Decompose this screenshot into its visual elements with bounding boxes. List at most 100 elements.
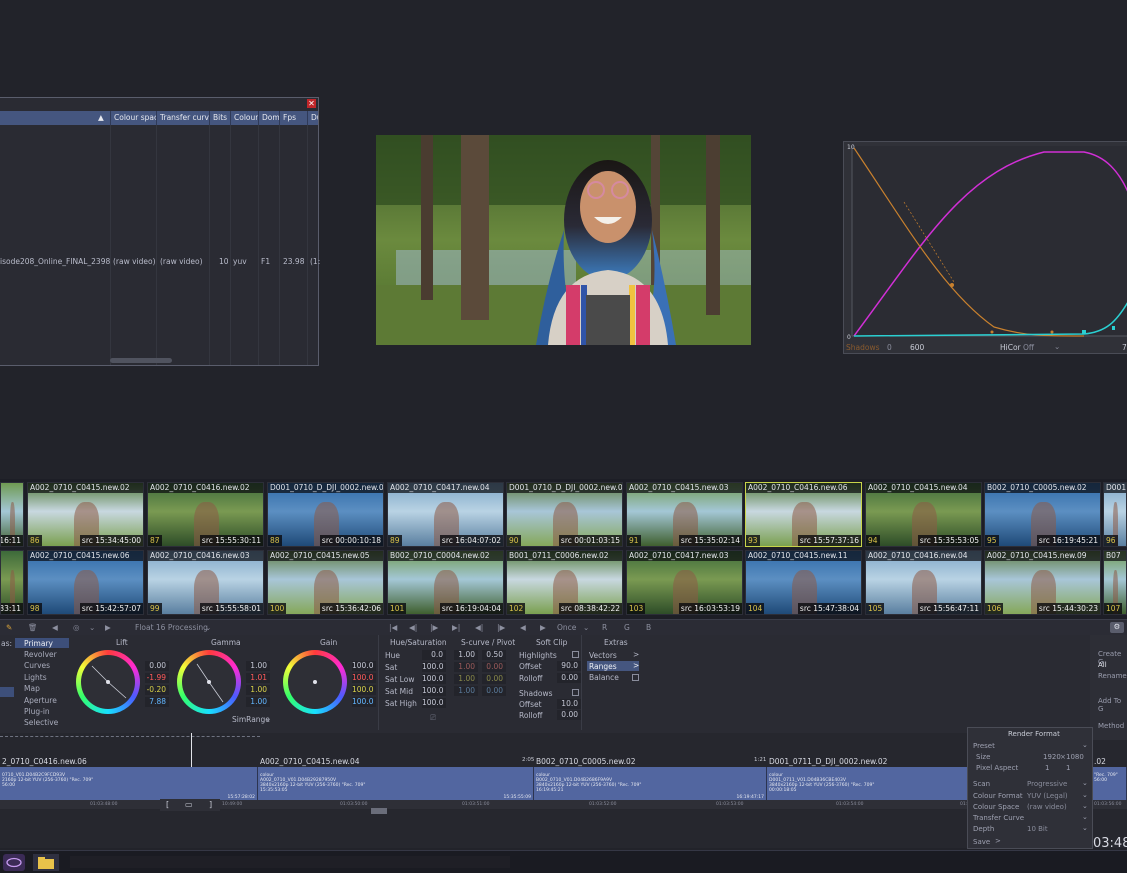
gain-value-red[interactable]: 100.0 bbox=[352, 673, 376, 683]
scurve-value-2-4[interactable]: 0.00 bbox=[482, 686, 506, 696]
scurve-value-1-3[interactable]: 1.00 bbox=[454, 674, 478, 684]
scurve-value-1-4[interactable]: 1.00 bbox=[454, 686, 478, 696]
col-domi[interactable]: Domi bbox=[258, 111, 279, 125]
clip-thumbnail[interactable]: B001_0711_C0006.new.02 102 src 08:38:42:22 bbox=[506, 550, 623, 615]
trash-icon[interactable]: 🗑 bbox=[28, 623, 38, 633]
processing-select[interactable]: Float 16 Processing bbox=[135, 623, 208, 633]
chevron-down-icon[interactable]: ⌄ bbox=[583, 623, 589, 633]
play-icon[interactable]: ▶ bbox=[540, 623, 546, 633]
col-fps[interactable]: Fps bbox=[279, 111, 307, 125]
chevron-down-icon[interactable]: ⌄ bbox=[1082, 824, 1088, 832]
timeline[interactable]: 0710_V01.D04B2C9FCD93V 2160p 12-bit YUV (… bbox=[0, 733, 1127, 848]
clip-thumbnail-strip[interactable]: 16:11 A002_0710_C0415.new.02 86 src 15:34:4… bbox=[0, 479, 1127, 619]
highlights-checkbox[interactable] bbox=[572, 651, 579, 658]
sat-value[interactable]: 100.0 bbox=[422, 662, 446, 672]
chevron-down-icon[interactable]: ⌄ bbox=[1082, 802, 1088, 810]
hicor-value[interactable]: Off bbox=[1023, 343, 1034, 352]
clip-thumbnail[interactable]: A002_0710_C0415.new.05 100 src 15:36:42:06 bbox=[267, 550, 384, 615]
save-button[interactable]: Save bbox=[973, 838, 990, 846]
prev-frame-icon[interactable]: ◀| bbox=[409, 623, 417, 633]
scurve-value-2-1[interactable]: 0.50 bbox=[482, 650, 506, 660]
gain-wheel[interactable] bbox=[283, 650, 347, 714]
gamma-wheel[interactable] bbox=[177, 650, 241, 714]
bracket-left[interactable]: [ bbox=[166, 800, 169, 809]
pixel-aspect-2[interactable]: 1 bbox=[1066, 764, 1070, 772]
timeline-clip-title[interactable]: D001_0711_D_DJI_0002.new.02 bbox=[769, 756, 887, 767]
shadows-value[interactable]: 0 bbox=[887, 343, 892, 352]
chevron-down-icon[interactable]: ⌄ bbox=[1082, 813, 1088, 821]
clip-thumbnail[interactable]: A002_0710_C0417.new.03 103 src 16:03:53:19 bbox=[626, 550, 743, 615]
menu-selective[interactable]: Selective bbox=[24, 718, 58, 727]
loop-mode[interactable]: Once bbox=[557, 623, 576, 633]
scurve-value-2-2[interactable]: 0.00 bbox=[482, 662, 506, 672]
close-icon[interactable]: ✕ bbox=[307, 99, 316, 108]
rename-button[interactable]: Rename bbox=[1098, 672, 1127, 680]
timeline-clip[interactable]: 0710_V01.D04B2C9FCD93V 2160p 12-bit YUV (… bbox=[0, 767, 258, 800]
chevron-right-icon[interactable]: > bbox=[633, 661, 639, 670]
point-value[interactable]: 600 bbox=[910, 343, 924, 352]
hue-value[interactable]: 0.0 bbox=[422, 650, 446, 660]
curve-panel[interactable]: 10 0 Shadows 0 600 HiCor Off ⌄ 7 bbox=[843, 141, 1127, 354]
clip-thumbnail[interactable]: A002_0710_C0416.new.04 105 src 15:56:47:11 bbox=[865, 550, 982, 615]
gamma-value-blue[interactable]: 1.00 bbox=[246, 697, 270, 707]
viewer-image[interactable] bbox=[376, 135, 751, 345]
pixel-aspect-1[interactable]: 1 bbox=[1045, 764, 1049, 772]
extras-vectors[interactable]: Vectors bbox=[589, 651, 617, 660]
first-frame-icon[interactable]: |◀ bbox=[389, 623, 397, 633]
clip-thumbnail[interactable]: A002_0710_C0416.new.06 93 src 15:57:37:16 bbox=[745, 482, 862, 547]
offset-value[interactable]: 90.0 bbox=[557, 661, 581, 671]
menu-plug-in[interactable]: Plug-in bbox=[24, 707, 50, 716]
gain-value-blue[interactable]: 100.0 bbox=[352, 697, 376, 707]
step-forward-icon[interactable]: |▶ bbox=[497, 623, 505, 633]
gamma-value-green[interactable]: 1.00 bbox=[246, 685, 270, 695]
clip-thumbnail[interactable]: D001_0710_D_DJI_0002.new.03 90 src 00:01:0… bbox=[506, 482, 623, 547]
timeline-clip-title[interactable]: A002_0710_C0415.new.04 bbox=[260, 756, 359, 767]
colour-format-value[interactable]: YUV (Legal) bbox=[1027, 792, 1068, 800]
clip-thumbnail[interactable]: A002_0710_C0415.new.11 104 src 15:47:38:04 bbox=[745, 550, 862, 615]
clip-thumbnail[interactable]: D001_0710_D_DJI_0002.new.03 88 src 00:00:1… bbox=[267, 482, 384, 547]
clip-thumbnail[interactable]: A002_0710_C0416.new.02 87 src 15:55:30:11 bbox=[147, 482, 264, 547]
range-icon[interactable]: ▭ bbox=[185, 800, 193, 809]
timeline-clip-title[interactable]: 2_0710_C0416.new.06 bbox=[2, 756, 87, 767]
scurve-value-1-2[interactable]: 1.00 bbox=[454, 662, 478, 672]
reset-icon[interactable]: ⎚ bbox=[430, 713, 436, 723]
extras-ranges[interactable]: Ranges bbox=[589, 662, 617, 671]
channel-r[interactable]: R bbox=[602, 623, 607, 633]
arrow-left-icon[interactable]: ◀ bbox=[52, 623, 58, 633]
extras-balance[interactable]: Balance bbox=[589, 673, 619, 682]
menu-revolver[interactable]: Revolver bbox=[24, 650, 57, 659]
lift-value-master[interactable]: 0.00 bbox=[145, 661, 169, 671]
width-value[interactable]: 1920 bbox=[1043, 753, 1061, 761]
col-transfer-curve[interactable]: Transfer curve bbox=[156, 111, 209, 125]
sat-high-value[interactable]: 100.0 bbox=[422, 698, 446, 708]
step-back-icon[interactable]: ◀| bbox=[475, 623, 483, 633]
clip-thumbnail[interactable]: B07 107 bbox=[1103, 550, 1127, 615]
scurve-value-2-3[interactable]: 0.00 bbox=[482, 674, 506, 684]
balance-checkbox[interactable] bbox=[632, 674, 639, 681]
arrow-right-icon[interactable]: ▶ bbox=[105, 623, 111, 633]
chevron-down-icon[interactable]: ⌄ bbox=[1082, 779, 1088, 787]
menu-aperture[interactable]: Aperture bbox=[24, 696, 57, 705]
taskbar-windows[interactable] bbox=[70, 856, 510, 868]
menu-curves[interactable]: Curves bbox=[24, 661, 50, 670]
lift-value-blue[interactable]: 7.88 bbox=[145, 697, 169, 707]
last-frame-icon[interactable]: ▶| bbox=[452, 623, 460, 633]
clip-thumbnail[interactable]: 33:11 bbox=[0, 550, 24, 615]
rolloff-value[interactable]: 0.00 bbox=[557, 673, 581, 683]
row-name[interactable]: isode208_Online_FINAL_2398 bbox=[0, 257, 110, 266]
chevron-down-icon[interactable]: ⌄ bbox=[89, 623, 95, 633]
scan-value[interactable]: Progressive bbox=[1027, 780, 1067, 788]
timeline-clip[interactable]: "Rec. 709" 56:00 bbox=[1092, 767, 1127, 800]
clip-thumbnail[interactable]: B002_0710_C0005.new.02 95 src 16:19:45:21 bbox=[984, 482, 1101, 547]
height-value[interactable]: 1080 bbox=[1066, 753, 1084, 761]
clip-thumbnail[interactable]: B002_0710_C0004.new.02 101 src 16:19:04:04 bbox=[387, 550, 504, 615]
timeline-clip-title[interactable]: .02 bbox=[1094, 756, 1106, 767]
lift-wheel[interactable] bbox=[76, 650, 140, 714]
chevron-down-icon[interactable]: ⌄ bbox=[1082, 791, 1088, 799]
channel-g[interactable]: G bbox=[624, 623, 630, 633]
gain-value-green[interactable]: 100.0 bbox=[352, 685, 376, 695]
menu-map[interactable]: Map bbox=[24, 684, 40, 693]
scurve-value-1-1[interactable]: 1.00 bbox=[454, 650, 478, 660]
gain-value-master[interactable]: 100.0 bbox=[352, 661, 376, 671]
lift-value-green[interactable]: -0.20 bbox=[145, 685, 169, 695]
